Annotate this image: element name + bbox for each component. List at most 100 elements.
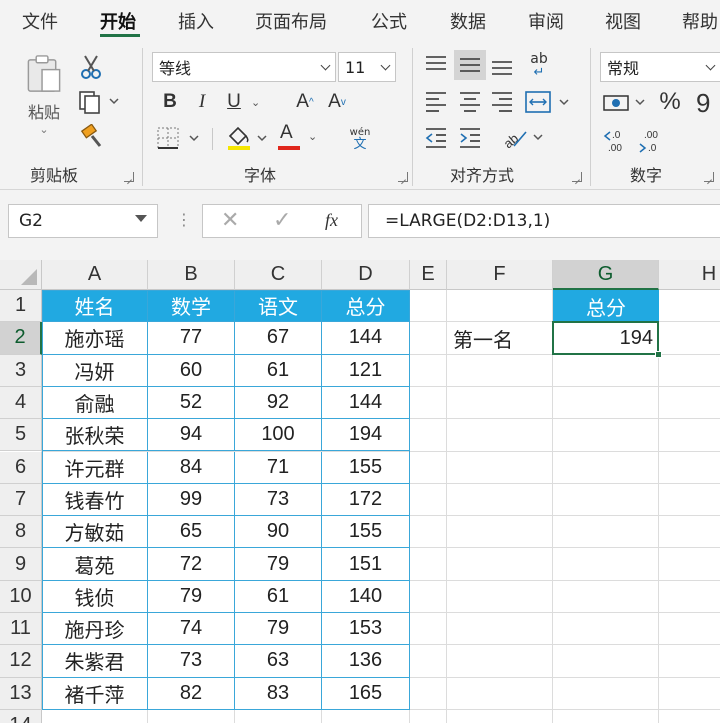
tab-view[interactable]: 视图 — [605, 8, 641, 34]
table-cell[interactable]: 方敏茹 — [42, 516, 148, 549]
table-cell[interactable]: 葛苑 — [42, 548, 148, 581]
cut-icon[interactable] — [80, 54, 102, 80]
align-right-icon[interactable] — [490, 90, 514, 112]
name-box[interactable]: G2 — [8, 204, 158, 238]
table-cell[interactable]: 153 — [322, 613, 410, 646]
column-header-g[interactable]: G — [553, 260, 659, 290]
orientation-icon[interactable]: ab — [500, 124, 546, 150]
table-cell[interactable]: 冯妍 — [42, 354, 148, 387]
table-cell[interactable]: 钱春竹 — [42, 483, 148, 517]
column-header-a[interactable]: A — [42, 260, 148, 290]
result-value-cell[interactable]: 194 — [553, 322, 659, 354]
row-header-14[interactable]: 14 — [0, 709, 42, 723]
accounting-format-icon[interactable] — [602, 92, 648, 114]
tab-formulas[interactable]: 公式 — [371, 8, 407, 34]
table-cell[interactable]: 155 — [322, 516, 410, 549]
merge-center-icon[interactable] — [524, 90, 574, 114]
tab-page-layout[interactable]: 页面布局 — [255, 8, 327, 34]
row-header-5[interactable]: 5 — [0, 419, 42, 452]
table-cell[interactable]: 61 — [235, 354, 322, 387]
table-cell[interactable]: 52 — [148, 386, 235, 420]
table-cell[interactable]: 63 — [235, 645, 322, 678]
column-header-b[interactable]: B — [148, 260, 235, 290]
row-header-10[interactable]: 10 — [0, 580, 42, 613]
enter-icon[interactable]: ✓ — [273, 208, 291, 233]
font-launcher-icon[interactable] — [398, 172, 408, 182]
cancel-icon[interactable]: ✕ — [221, 208, 239, 233]
row-header-2[interactable]: 2 — [0, 322, 42, 355]
table-cell[interactable]: 72 — [148, 548, 235, 581]
tab-insert[interactable]: 插入 — [178, 8, 214, 34]
table-cell[interactable]: 144 — [322, 386, 410, 420]
table-cell[interactable]: 74 — [148, 613, 235, 646]
table-cell[interactable]: 82 — [148, 677, 235, 710]
comma-style-icon[interactable]: 9 — [694, 92, 720, 118]
row-header-6[interactable]: 6 — [0, 451, 42, 484]
more-options-icon[interactable]: ⋮ — [176, 210, 192, 229]
font-size-select[interactable]: 11 — [338, 52, 396, 82]
table-cell[interactable]: 60 — [148, 354, 235, 387]
paste-button[interactable]: 粘贴 ⌄ — [20, 54, 68, 136]
align-middle-button[interactable] — [454, 50, 486, 80]
decrease-decimal-icon[interactable]: .00 .0 — [638, 128, 668, 154]
underline-dropdown-caret[interactable]: ⌄ — [251, 96, 260, 109]
font-color-button[interactable]: A ⌄ — [278, 122, 326, 152]
align-bottom-icon[interactable] — [490, 54, 514, 76]
table-cell[interactable]: 73 — [235, 483, 322, 517]
table-cell[interactable]: 65 — [148, 516, 235, 549]
column-header-c[interactable]: C — [235, 260, 322, 290]
table-cell[interactable]: 136 — [322, 645, 410, 678]
column-header-h[interactable]: H — [659, 260, 720, 290]
fill-handle[interactable] — [655, 350, 662, 358]
align-top-icon[interactable] — [424, 54, 448, 76]
tab-help[interactable]: 帮助 — [682, 8, 718, 34]
rank-label-cell[interactable]: 第一名 — [447, 322, 553, 354]
borders-icon[interactable] — [156, 126, 202, 150]
table-cell[interactable]: 77 — [148, 322, 235, 355]
table-cell[interactable]: 73 — [148, 645, 235, 678]
table-cell[interactable]: 83 — [235, 677, 322, 710]
table-cell[interactable]: 71 — [235, 451, 322, 484]
underline-button[interactable]: U — [222, 90, 246, 114]
table-cell[interactable]: 144 — [322, 322, 410, 355]
insert-function-button[interactable]: fx — [325, 210, 338, 231]
fill-color-icon[interactable] — [224, 124, 272, 152]
table-cell[interactable]: 67 — [235, 322, 322, 355]
table-cell[interactable]: 61 — [235, 580, 322, 613]
table-cell[interactable]: 84 — [148, 451, 235, 484]
table-cell[interactable]: 165 — [322, 677, 410, 710]
row-header-3[interactable]: 3 — [0, 354, 42, 387]
table-header-cell[interactable]: 数学 — [148, 290, 235, 323]
number-launcher-icon[interactable] — [704, 172, 714, 182]
row-header-1[interactable]: 1 — [0, 290, 42, 323]
table-cell[interactable]: 92 — [235, 386, 322, 420]
tab-data[interactable]: 数据 — [450, 8, 486, 34]
percent-style-button[interactable]: % — [656, 88, 684, 116]
table-cell[interactable]: 100 — [235, 419, 322, 452]
table-cell[interactable]: 94 — [148, 419, 235, 452]
table-cell[interactable]: 张秋荣 — [42, 419, 148, 452]
copy-icon[interactable] — [78, 90, 120, 114]
table-cell[interactable]: 施亦瑶 — [42, 322, 148, 355]
table-header-cell[interactable]: 语文 — [235, 290, 322, 323]
column-header-f[interactable]: F — [447, 260, 553, 290]
tab-review[interactable]: 审阅 — [528, 8, 564, 34]
table-cell[interactable]: 褚千萍 — [42, 677, 148, 710]
table-cell[interactable]: 朱紫君 — [42, 645, 148, 678]
clipboard-launcher-icon[interactable] — [124, 172, 134, 182]
number-format-select[interactable]: 常规 — [600, 52, 720, 82]
align-left-icon[interactable] — [424, 90, 448, 112]
column-header-e[interactable]: E — [410, 260, 447, 290]
table-cell[interactable]: 施丹珍 — [42, 613, 148, 646]
phonetic-guide-button[interactable]: wén 文 — [340, 124, 380, 154]
table-cell[interactable]: 99 — [148, 483, 235, 517]
row-header-9[interactable]: 9 — [0, 548, 42, 581]
decrease-indent-icon[interactable] — [424, 126, 448, 148]
table-cell[interactable]: 140 — [322, 580, 410, 613]
increase-font-size-button[interactable]: A ^ — [292, 90, 318, 114]
table-cell[interactable]: 俞融 — [42, 386, 148, 420]
table-header-cell[interactable]: 总分 — [322, 290, 410, 323]
increase-decimal-icon[interactable]: .0 .00 — [602, 128, 632, 154]
table-cell[interactable]: 151 — [322, 548, 410, 581]
font-family-select[interactable]: 等线 — [152, 52, 336, 82]
